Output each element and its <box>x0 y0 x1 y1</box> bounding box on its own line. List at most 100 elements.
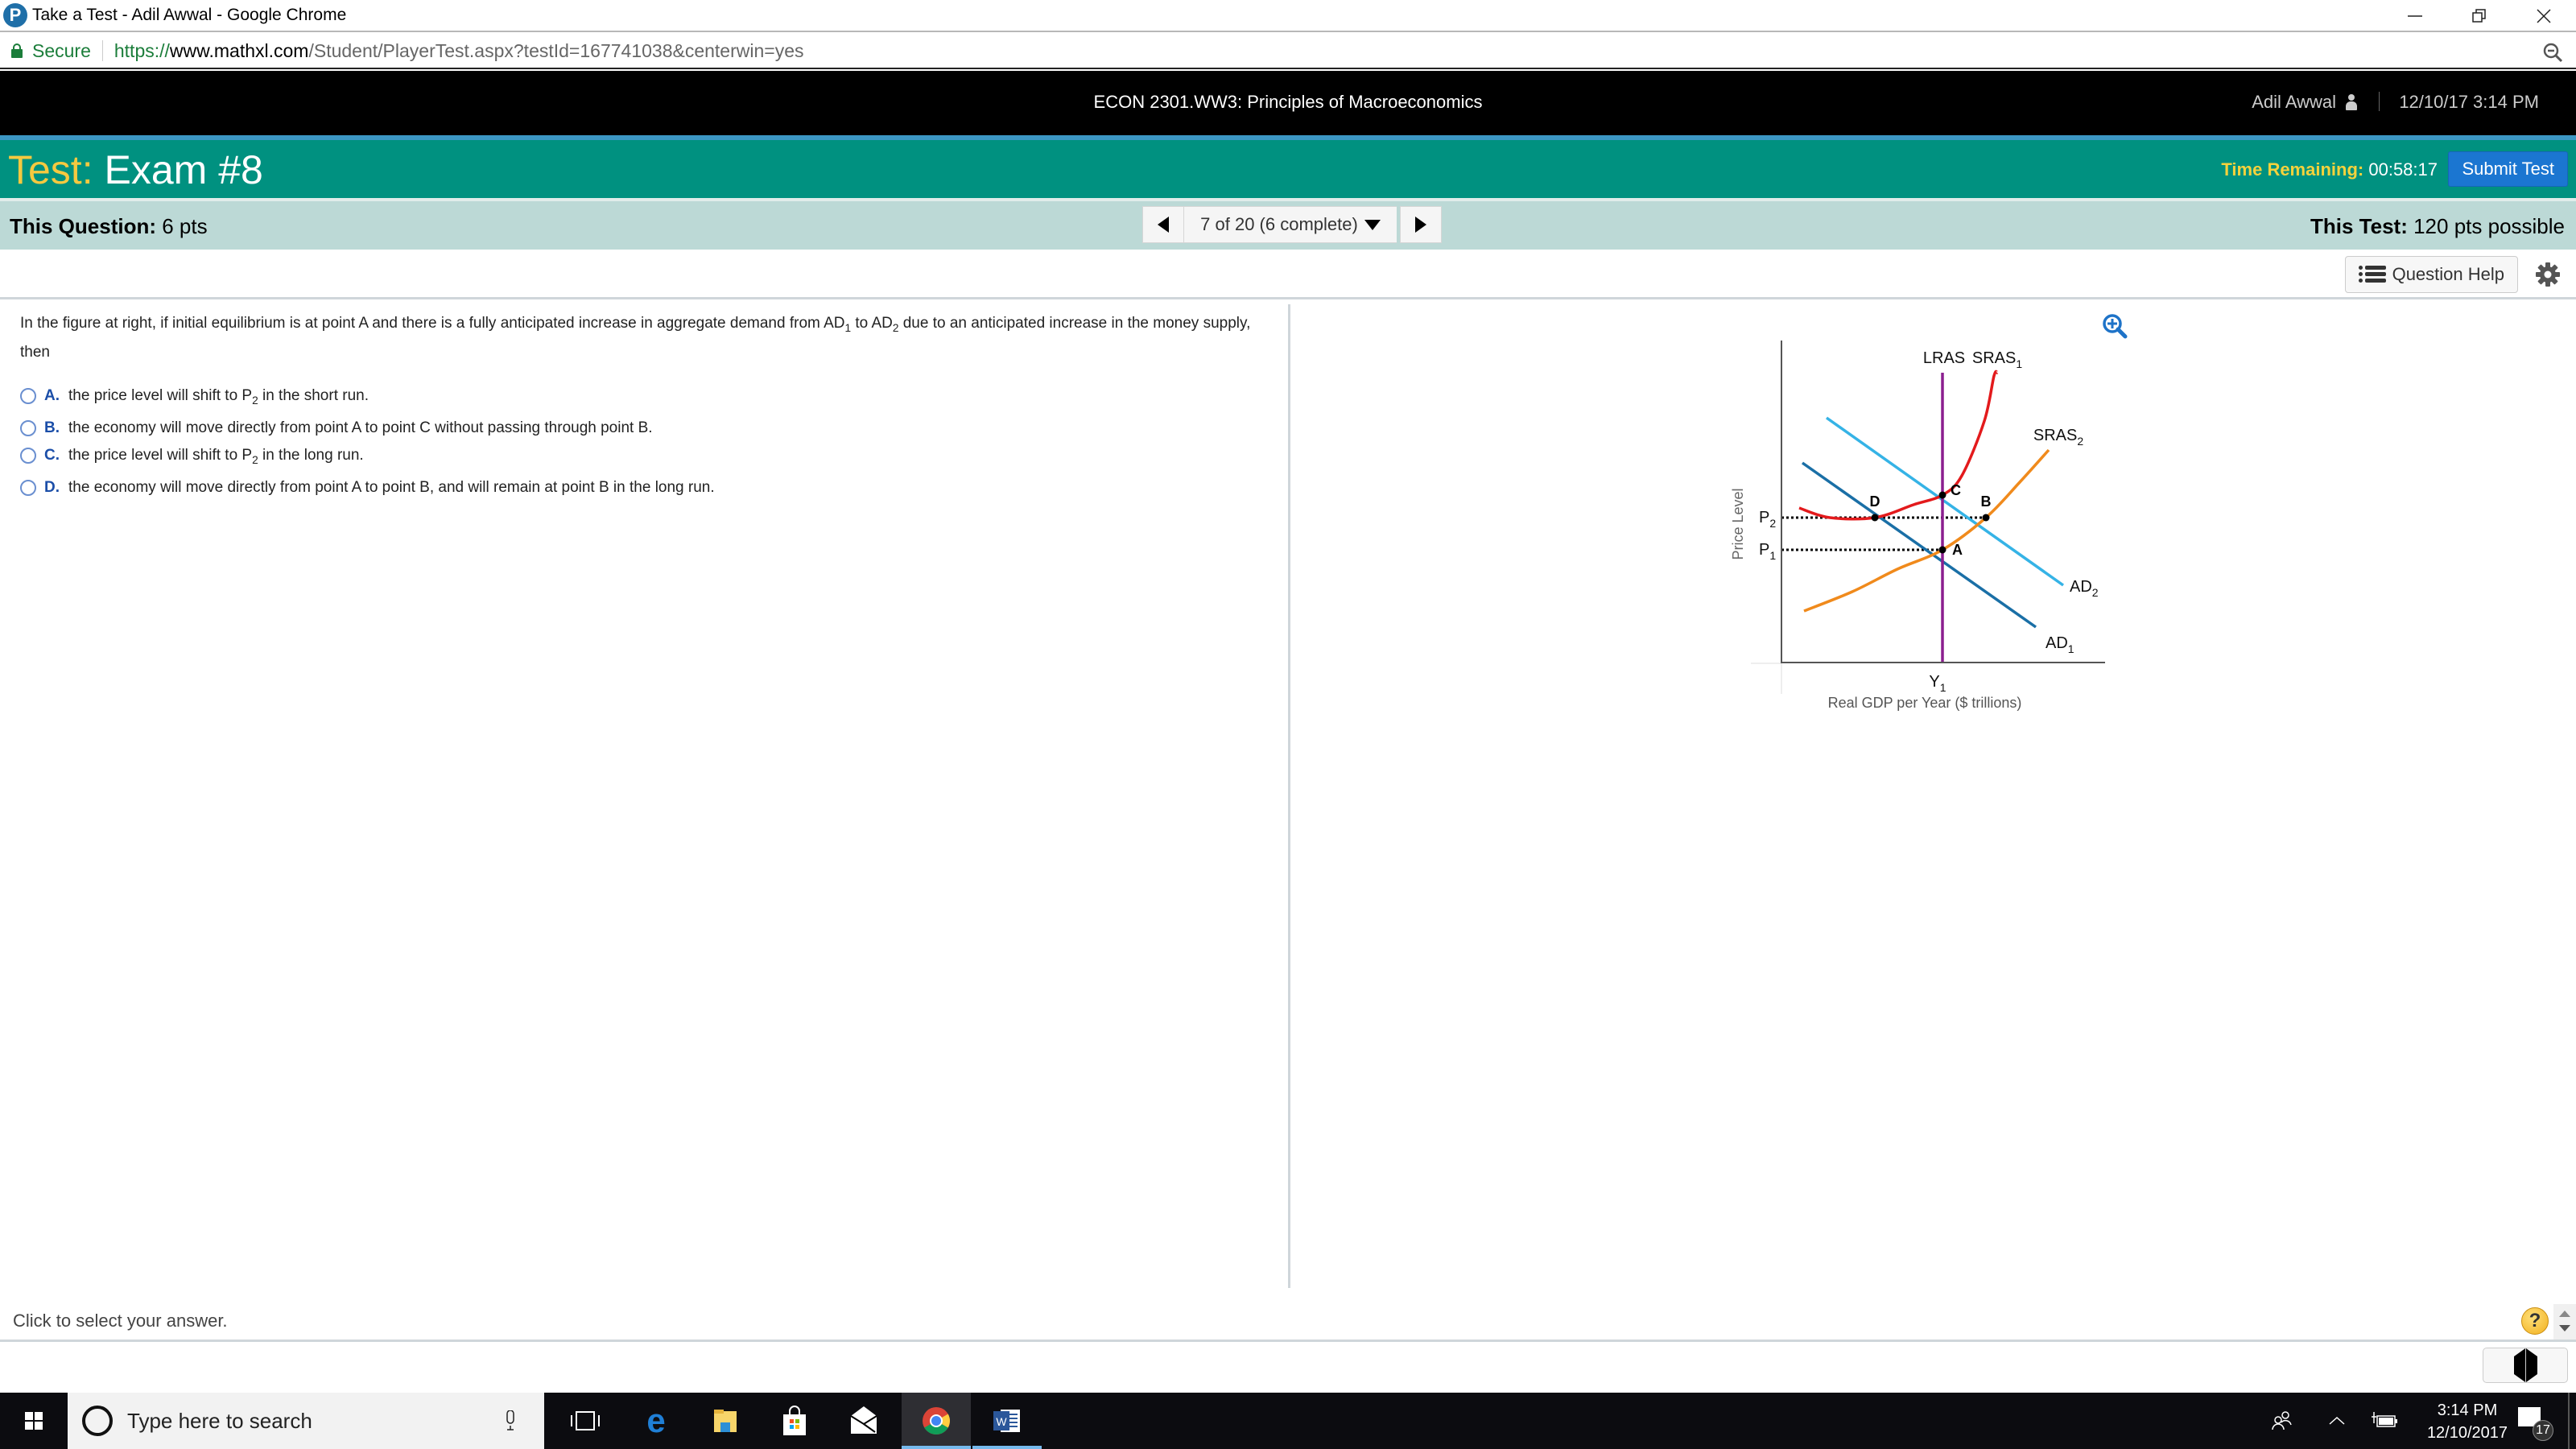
y-tick-label-p2: P2 <box>1759 509 1776 530</box>
close-icon <box>2537 9 2551 23</box>
footer-divider <box>0 1340 2576 1342</box>
minimize-button[interactable] <box>2383 0 2447 32</box>
previous-question-button[interactable] <box>1142 206 1184 243</box>
series-label-ad1: AD1 <box>2046 634 2074 655</box>
this-test-label: This Test: <box>2310 214 2408 238</box>
arrow-left-icon <box>1158 217 1169 233</box>
time-remaining-label: Time Remaining: <box>2221 159 2364 180</box>
question-navigator: 7 of 20 (6 complete) <box>1142 206 1442 243</box>
task-view-button[interactable] <box>551 1393 620 1449</box>
chevron-up-icon <box>2329 1416 2345 1425</box>
choice-text: the price level will shift to P2 in the … <box>68 447 364 466</box>
zoom-in-icon[interactable] <box>2101 312 2128 340</box>
point-label-d: D <box>1870 493 1880 510</box>
zoom-out-icon[interactable] <box>2542 42 2563 63</box>
file-explorer-button[interactable] <box>691 1393 760 1449</box>
scroll-down-icon[interactable] <box>2559 1325 2570 1331</box>
choice-text: the economy will move directly from poin… <box>68 419 653 436</box>
scroll-up-icon[interactable] <box>2559 1311 2570 1317</box>
tools-row: Question Help <box>0 250 2576 299</box>
arrow-right-icon <box>1415 217 1426 233</box>
close-button[interactable] <box>2512 0 2576 32</box>
search-placeholder: Type here to search <box>127 1408 312 1433</box>
question-text: In the figure at right, if initial equil… <box>20 309 1260 367</box>
word-button[interactable]: W <box>972 1393 1042 1449</box>
series-label-sras1: SRAS1 <box>1972 349 2022 370</box>
scroll-buttons[interactable] <box>2553 1304 2576 1340</box>
question-select-value: 7 of 20 (6 complete) <box>1200 214 1358 234</box>
test-label: Test: <box>8 147 93 192</box>
radio-button[interactable] <box>20 448 36 464</box>
choice-text: the price level will shift to P2 in the … <box>68 387 369 407</box>
page-nav <box>2483 1348 2568 1383</box>
next-question-button[interactable] <box>1400 206 1442 243</box>
submit-test-button[interactable]: Submit Test <box>2448 151 2568 187</box>
radio-button[interactable] <box>20 480 36 496</box>
clock-time: 3:14 PM <box>2437 1402 2498 1419</box>
question-text-part: to AD <box>851 315 893 332</box>
pearson-logo-icon: P <box>3 3 27 27</box>
answer-choice-b[interactable]: B. the economy will move directly from p… <box>20 413 715 444</box>
restore-button[interactable] <box>2447 0 2512 32</box>
start-button[interactable] <box>0 1393 68 1449</box>
user-menu[interactable]: Adil Awwal <box>2252 92 2357 113</box>
chrome-button[interactable] <box>902 1393 971 1449</box>
action-center-button[interactable]: 17 <box>2515 1404 2553 1441</box>
store-button[interactable] <box>760 1393 829 1449</box>
gear-icon[interactable] <box>2534 261 2562 288</box>
task-view-icon <box>571 1411 600 1430</box>
question-bar: This Question: 6 pts 7 of 20 (6 complete… <box>0 201 2576 250</box>
page-next-button[interactable] <box>2525 1348 2567 1382</box>
battery-button[interactable] <box>2363 1393 2405 1449</box>
arrow-left-icon <box>2483 1348 2525 1382</box>
url-scheme: https:// <box>114 39 170 61</box>
word-icon: W <box>993 1410 1020 1432</box>
series-label-sras2: SRAS2 <box>2033 427 2083 448</box>
question-select-dropdown[interactable]: 7 of 20 (6 complete) <box>1184 206 1397 243</box>
pane-divider[interactable] <box>1288 304 1290 1288</box>
url-text[interactable]: https://www.mathxl.com/Student/PlayerTes… <box>114 40 804 62</box>
file-explorer-icon <box>714 1410 737 1432</box>
answer-choice-a[interactable]: A. the price level will shift to P2 in t… <box>20 381 715 411</box>
question-text-part: In the figure at right, if initial equil… <box>20 315 845 332</box>
show-desktop-button[interactable] <box>2568 1393 2570 1449</box>
question-help-label: Question Help <box>2392 264 2504 284</box>
question-help-button[interactable]: Question Help <box>2344 256 2518 293</box>
address-bar[interactable]: Secure https://www.mathxl.com/Student/Pl… <box>0 34 2576 69</box>
edge-button[interactable]: e <box>621 1393 691 1449</box>
answer-choice-c[interactable]: C. the price level will shift to P2 in t… <box>20 440 715 471</box>
page-previous-button[interactable] <box>2483 1348 2525 1382</box>
point-label-b: B <box>1981 493 1992 510</box>
choice-letter: D. <box>44 479 60 496</box>
answer-choice-d[interactable]: D. the economy will move directly from p… <box>20 473 715 503</box>
running-app-indicator <box>972 1446 1042 1449</box>
course-name: ECON 2301.WW3: Principles of Macroeconom… <box>1093 92 1483 112</box>
point-c <box>1938 491 1946 499</box>
y-tick-label-p1: P1 <box>1759 541 1776 562</box>
series-label-lras: LRAS <box>1923 349 1965 367</box>
x-axis-label: Real GDP per Year ($ trillions) <box>1828 695 2022 711</box>
people-button[interactable] <box>2262 1393 2302 1449</box>
header-datetime: 12/10/17 3:14 PM <box>2399 92 2539 112</box>
taskbar-clock[interactable]: 3:14 PM 12/10/2017 <box>2415 1399 2520 1444</box>
time-remaining-value: 00:58:17 <box>2368 159 2438 180</box>
header-separator <box>2379 92 2380 111</box>
x-tick-label-y1: Y1 <box>1929 673 1946 694</box>
url-host: www.mathxl.com <box>169 39 309 61</box>
mail-button[interactable] <box>829 1393 898 1449</box>
point-b <box>1982 514 1990 522</box>
window-title: Take a Test - Adil Awwal - Google Chrome <box>32 6 347 24</box>
radio-button[interactable] <box>20 420 36 436</box>
y-axis-label: Price Level <box>1730 488 1746 559</box>
microphone-icon[interactable] <box>506 1410 515 1431</box>
test-name: Exam #8 <box>104 147 263 192</box>
taskbar-search[interactable]: Type here to search <box>68 1393 544 1449</box>
cortana-icon <box>82 1406 113 1436</box>
test-header: Test: Exam #8 Time Remaining: 00:58:17 S… <box>0 140 2576 198</box>
radio-button[interactable] <box>20 388 36 404</box>
choice-letter: A. <box>44 387 60 404</box>
help-button[interactable]: ? <box>2521 1307 2549 1335</box>
show-hidden-icons-button[interactable] <box>2318 1393 2355 1449</box>
address-separator <box>101 40 103 61</box>
point-a <box>1938 546 1946 554</box>
